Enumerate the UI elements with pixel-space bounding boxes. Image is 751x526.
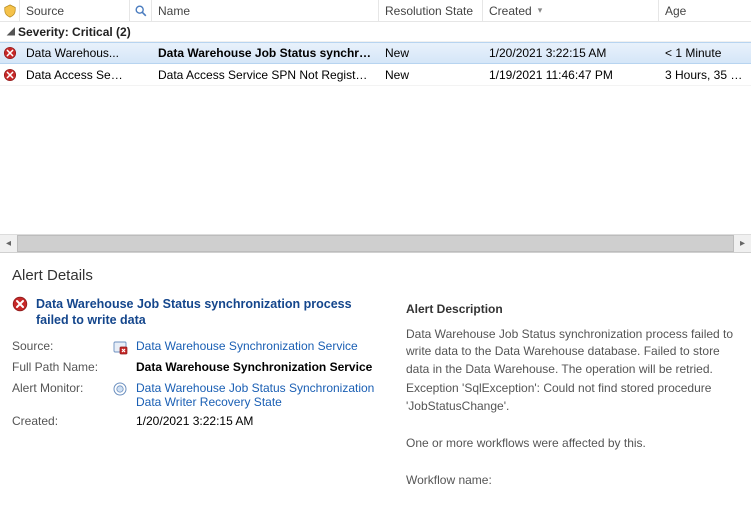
- full-path-value: Data Warehouse Synchronization Service: [136, 360, 382, 374]
- label-source: Source:: [12, 339, 104, 353]
- details-pane-title: Alert Details: [12, 267, 739, 284]
- severity-critical-icon: [0, 68, 20, 82]
- alert-description-text: One or more workflows were affected by t…: [406, 435, 739, 452]
- alert-description-text: Exception 'SqlException': Could not find…: [406, 380, 739, 415]
- created-value: 1/20/2021 3:22:15 AM: [136, 414, 382, 428]
- label-created: Created:: [12, 414, 104, 428]
- cell-age: 3 Hours, 35 Mi...: [659, 68, 751, 82]
- column-header-created-label: Created: [489, 4, 532, 18]
- table-row[interactable]: Data Warehous... Data Warehouse Job Stat…: [0, 42, 751, 64]
- alerts-grid: Source Name Resolution State Created ▾ A…: [0, 0, 751, 253]
- cell-name: Data Access Service SPN Not Registered: [152, 68, 379, 82]
- source-link[interactable]: Data Warehouse Synchronization Service: [136, 339, 382, 353]
- alert-details-pane: Alert Details Data Warehouse Job Status …: [0, 253, 751, 490]
- column-header-name[interactable]: Name: [152, 0, 379, 21]
- cell-name: Data Warehouse Job Status synchronizatio…: [152, 46, 379, 60]
- label-monitor: Alert Monitor:: [12, 381, 104, 395]
- group-row-severity-critical[interactable]: ◢ Severity: Critical (2): [0, 22, 751, 42]
- alert-description-text: Workflow name:: [406, 472, 739, 489]
- cell-source: Data Warehous...: [20, 46, 130, 60]
- cell-resolution: New: [379, 68, 483, 82]
- alert-heading: Data Warehouse Job Status synchronizatio…: [12, 296, 382, 329]
- scroll-right-icon[interactable]: ▸: [734, 235, 751, 252]
- state-header-icon: [3, 4, 17, 18]
- scroll-track[interactable]: [17, 235, 734, 252]
- severity-critical-icon: [12, 296, 28, 312]
- spacer-icon: [112, 414, 128, 430]
- column-header-resolution[interactable]: Resolution State: [379, 0, 483, 21]
- monitor-state-icon: [112, 381, 128, 397]
- grid-header-row: Source Name Resolution State Created ▾ A…: [0, 0, 751, 22]
- alert-description-heading: Alert Description: [406, 302, 739, 316]
- column-header-age[interactable]: Age: [659, 0, 751, 21]
- column-header-source[interactable]: Source: [20, 0, 130, 21]
- alert-description-text: Data Warehouse Job Status synchronizatio…: [406, 326, 739, 378]
- sort-descending-icon: ▾: [538, 5, 543, 16]
- group-label: Severity: Critical (2): [18, 25, 131, 39]
- column-header-state-icon[interactable]: [0, 0, 20, 21]
- scroll-thumb[interactable]: [17, 235, 734, 252]
- cell-source: Data Access Ser...: [20, 68, 130, 82]
- monitor-link[interactable]: Data Warehouse Job Status Synchronizatio…: [136, 381, 382, 409]
- grid-empty-area: [0, 86, 751, 234]
- cell-age: < 1 Minute: [659, 46, 751, 60]
- details-right-column: Alert Description Data Warehouse Job Sta…: [406, 296, 739, 490]
- scroll-left-icon[interactable]: ◂: [0, 235, 17, 252]
- alert-title: Data Warehouse Job Status synchronizatio…: [36, 296, 382, 329]
- cell-created: 1/19/2021 11:46:47 PM: [483, 68, 659, 82]
- table-row[interactable]: Data Access Ser... Data Access Service S…: [0, 64, 751, 86]
- column-header-search-icon[interactable]: [130, 0, 152, 21]
- group-collapse-icon: ◢: [6, 26, 16, 37]
- horizontal-scrollbar[interactable]: ◂ ▸: [0, 234, 751, 252]
- cell-resolution: New: [379, 46, 483, 60]
- cell-created: 1/20/2021 3:22:15 AM: [483, 46, 659, 60]
- severity-critical-icon: [0, 46, 20, 60]
- magnifier-icon: [134, 4, 148, 18]
- label-full-path: Full Path Name:: [12, 360, 104, 374]
- spacer-icon: [112, 360, 128, 376]
- column-header-created[interactable]: Created ▾: [483, 0, 659, 21]
- source-object-icon: [112, 339, 128, 355]
- details-left-column: Data Warehouse Job Status synchronizatio…: [12, 296, 382, 490]
